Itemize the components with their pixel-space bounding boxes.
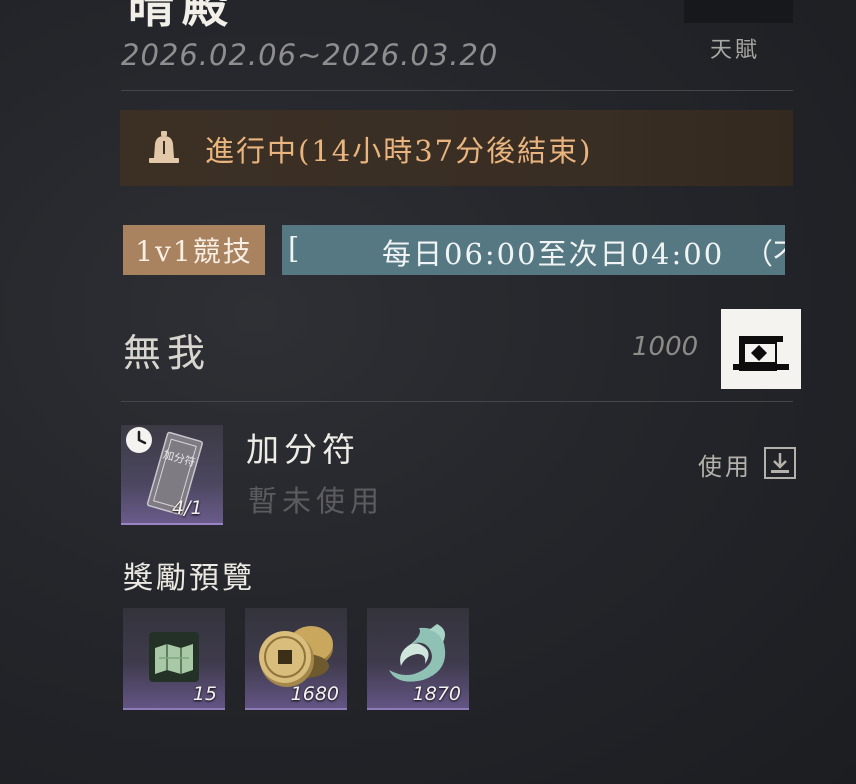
item-status: 暫未使用 — [248, 484, 385, 518]
reward-item[interactable]: 1870 — [367, 608, 469, 710]
rank-name: 無我 — [123, 331, 212, 375]
import-icon[interactable] — [763, 446, 797, 480]
rewards-heading: 獎勵預覽 — [123, 561, 255, 596]
event-status-text: 進行中(14小時37分後結束) — [205, 134, 593, 168]
rank-score: 1000 — [632, 332, 699, 362]
schedule-marquee: [ 每日06:00至次日04:00 （不 — [282, 225, 785, 275]
item-name: 加分符 — [246, 430, 360, 469]
divider — [121, 401, 793, 402]
schedule-tail: （不 — [744, 237, 785, 271]
item-count: 4/1 — [172, 497, 203, 519]
rank-badge-icon[interactable] — [721, 309, 801, 389]
page-title: 晴殿 — [128, 0, 236, 33]
reward-qty: 1680 — [290, 683, 339, 705]
mode-tag: 1v1競技 — [123, 225, 265, 275]
talent-button[interactable] — [684, 0, 793, 23]
season-date-range: 2026.02.06~2026.03.20 — [121, 38, 499, 72]
clock-icon — [126, 427, 152, 453]
reward-item[interactable]: 1680 — [245, 608, 347, 710]
bell-icon — [149, 131, 179, 163]
divider — [121, 90, 793, 91]
schedule-lead: [ — [288, 231, 300, 265]
reward-item[interactable]: 15 — [123, 608, 225, 710]
schedule-text: 每日06:00至次日04:00 — [382, 237, 725, 271]
talent-label[interactable]: 天賦 — [710, 32, 760, 64]
use-button[interactable]: 使用 — [698, 447, 752, 482]
reward-qty: 1870 — [412, 683, 461, 705]
reward-qty: 15 — [192, 683, 217, 705]
